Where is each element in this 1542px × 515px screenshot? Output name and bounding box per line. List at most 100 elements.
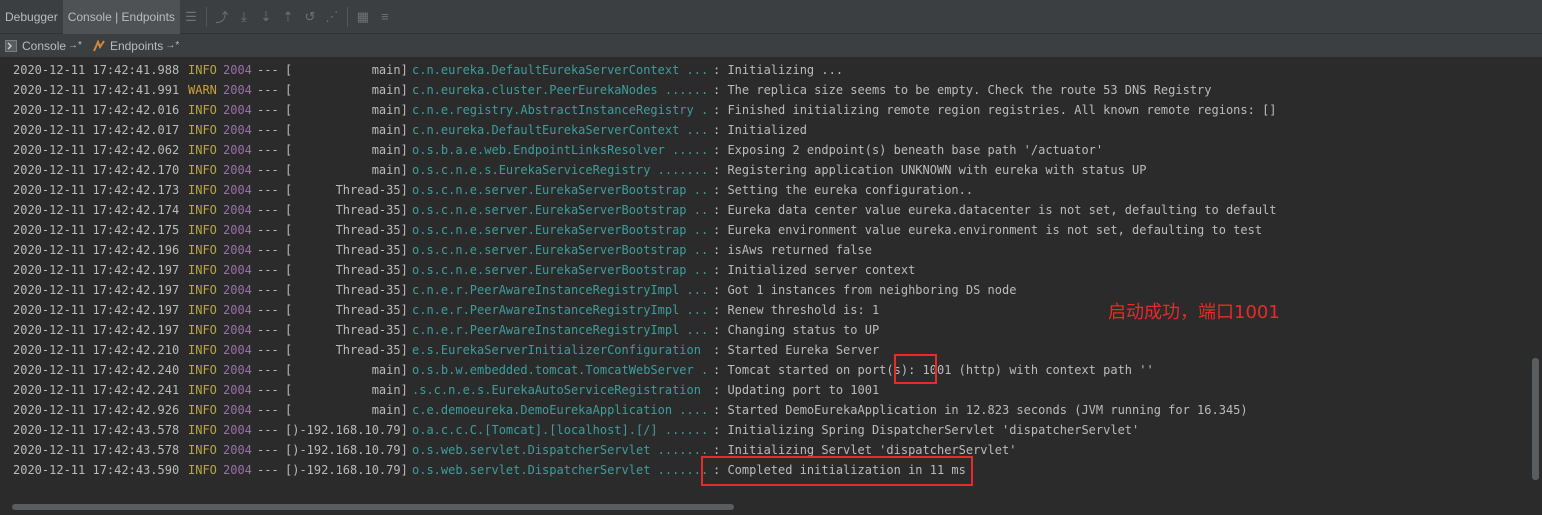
log-line: 2020-12-11 17:42:42.197 INFO 2004 --- [ Thre… bbox=[0, 300, 1530, 320]
scrollbar-thumb[interactable] bbox=[1532, 358, 1539, 480]
log-thread: [ Thread-35] bbox=[285, 183, 407, 197]
log-line: 2020-12-11 17:42:42.197 INFO 2004 --- [ Thre… bbox=[0, 280, 1530, 300]
log-thread: [ main] bbox=[285, 143, 407, 157]
log-separator: --- bbox=[257, 343, 279, 357]
log-timestamp: 2020-12-11 17:42:42.174 bbox=[13, 203, 180, 217]
log-timestamp: 2020-12-11 17:42:43.590 bbox=[13, 463, 180, 477]
log-separator: --- bbox=[257, 283, 279, 297]
log-thread: [ main] bbox=[285, 163, 407, 177]
log-logger: o.s.c.n.e.server.EurekaServerBootstrap .… bbox=[412, 243, 708, 257]
log-timestamp: 2020-12-11 17:42:42.062 bbox=[13, 143, 180, 157]
log-separator: --- bbox=[257, 143, 279, 157]
run-to-cursor-icon[interactable]: ↺ bbox=[299, 6, 321, 28]
log-pid: 2004 bbox=[223, 183, 252, 197]
log-separator: --- bbox=[257, 203, 279, 217]
log-level: INFO bbox=[188, 63, 217, 77]
log-logger: e.s.EurekaServerInitializerConfiguration bbox=[412, 343, 708, 357]
pin-icon[interactable]: →* bbox=[165, 40, 179, 51]
log-pid: 2004 bbox=[223, 283, 252, 297]
log-timestamp: 2020-12-11 17:42:42.197 bbox=[13, 303, 180, 317]
log-line: 2020-12-11 17:42:42.170 INFO 2004 --- [ main… bbox=[0, 160, 1530, 180]
horizontal-scrollbar[interactable] bbox=[0, 500, 1542, 515]
settings-icon[interactable]: ≡ bbox=[374, 6, 396, 28]
log-logger: c.n.eureka.DefaultEurekaServerContext ..… bbox=[412, 123, 708, 137]
subtab-console[interactable]: Console →* bbox=[4, 34, 82, 58]
log-level: INFO bbox=[188, 323, 217, 337]
console-output[interactable]: 2020-12-11 17:42:41.988 INFO 2004 --- [ main… bbox=[0, 60, 1530, 500]
log-message: : Initializing Spring DispatcherServlet … bbox=[713, 423, 1140, 437]
menu-icon[interactable]: ☰ bbox=[180, 6, 202, 28]
log-timestamp: 2020-12-11 17:42:42.173 bbox=[13, 183, 180, 197]
annotation-box-port bbox=[894, 354, 937, 384]
log-level: INFO bbox=[188, 303, 217, 317]
log-pid: 2004 bbox=[223, 243, 252, 257]
endpoints-icon bbox=[92, 38, 106, 53]
log-line: 2020-12-11 17:42:42.926 INFO 2004 --- [ main… bbox=[0, 400, 1530, 420]
log-level: INFO bbox=[188, 423, 217, 437]
subtab-endpoints[interactable]: Endpoints →* bbox=[92, 34, 179, 58]
log-line: 2020-12-11 17:42:41.988 INFO 2004 --- [ main… bbox=[0, 60, 1530, 80]
step-into-icon[interactable]: ⇣ bbox=[255, 6, 277, 28]
log-thread: [)-192.168.10.79] bbox=[285, 463, 407, 477]
log-separator: --- bbox=[257, 463, 279, 477]
log-logger: o.s.c.n.e.server.EurekaServerBootstrap .… bbox=[412, 223, 708, 237]
log-timestamp: 2020-12-11 17:42:41.991 bbox=[13, 83, 180, 97]
log-pid: 2004 bbox=[223, 443, 252, 457]
log-level: INFO bbox=[188, 143, 217, 157]
subtab-label: Console bbox=[22, 38, 67, 53]
log-logger: o.s.b.w.embedded.tomcat.TomcatWebServer … bbox=[412, 363, 708, 377]
log-message: : Got 1 instances from neighboring DS no… bbox=[713, 283, 1017, 297]
log-thread: [ Thread-35] bbox=[285, 203, 407, 217]
table-icon[interactable]: ▦ bbox=[352, 6, 374, 28]
log-level: INFO bbox=[188, 243, 217, 257]
log-logger: o.a.c.c.C.[Tomcat].[localhost].[/] .....… bbox=[412, 423, 708, 437]
log-message: : Initialized server context bbox=[713, 263, 916, 277]
log-level: INFO bbox=[188, 383, 217, 397]
log-line: 2020-12-11 17:42:42.017 INFO 2004 --- [ main… bbox=[0, 120, 1530, 140]
log-line: 2020-12-11 17:42:42.174 INFO 2004 --- [ Thre… bbox=[0, 200, 1530, 220]
log-thread: [)-192.168.10.79] bbox=[285, 423, 407, 437]
vertical-scrollbar[interactable] bbox=[1530, 60, 1542, 500]
log-level: WARN bbox=[188, 83, 217, 97]
log-thread: [ Thread-35] bbox=[285, 343, 407, 357]
log-pid: 2004 bbox=[223, 203, 252, 217]
log-timestamp: 2020-12-11 17:42:43.578 bbox=[13, 443, 180, 457]
log-pid: 2004 bbox=[223, 423, 252, 437]
log-separator: --- bbox=[257, 163, 279, 177]
log-timestamp: 2020-12-11 17:42:42.196 bbox=[13, 243, 180, 257]
log-line: 2020-12-11 17:42:42.196 INFO 2004 --- [ Thre… bbox=[0, 240, 1530, 260]
log-message: : Started DemoEurekaApplication in 12.82… bbox=[713, 403, 1248, 417]
console-subtab-bar: Console →* Endpoints →* bbox=[0, 34, 1542, 58]
scrollbar-thumb[interactable] bbox=[12, 504, 734, 510]
log-line: 2020-12-11 17:42:42.241 INFO 2004 --- [ main… bbox=[0, 380, 1530, 400]
log-logger: c.n.e.r.PeerAwareInstanceRegistryImpl ..… bbox=[412, 303, 708, 317]
log-logger: o.s.web.servlet.DispatcherServlet ......… bbox=[412, 443, 708, 457]
log-line: 2020-12-11 17:42:42.016 INFO 2004 --- [ main… bbox=[0, 100, 1530, 120]
toolbar-divider bbox=[346, 6, 348, 27]
log-level: INFO bbox=[188, 343, 217, 357]
tab-debugger[interactable]: Debugger bbox=[0, 0, 63, 34]
log-thread: [ main] bbox=[285, 103, 407, 117]
show-execution-point-icon[interactable]: ⤴ bbox=[211, 6, 233, 28]
log-level: INFO bbox=[188, 223, 217, 237]
log-separator: --- bbox=[257, 443, 279, 457]
pin-icon[interactable]: →* bbox=[68, 40, 82, 51]
log-timestamp: 2020-12-11 17:42:41.988 bbox=[13, 63, 180, 77]
tab-console-endpoints[interactable]: Console | Endpoints bbox=[62, 0, 180, 34]
log-logger: c.e.demoeureka.DemoEurekaApplication ...… bbox=[412, 403, 708, 417]
log-pid: 2004 bbox=[223, 143, 252, 157]
step-over-icon[interactable]: ⤓ bbox=[233, 6, 255, 28]
log-level: INFO bbox=[188, 203, 217, 217]
log-timestamp: 2020-12-11 17:42:42.197 bbox=[13, 283, 180, 297]
log-level: INFO bbox=[188, 283, 217, 297]
log-line: 2020-12-11 17:42:42.175 INFO 2004 --- [ Thre… bbox=[0, 220, 1530, 240]
log-thread: [ Thread-35] bbox=[285, 243, 407, 257]
log-message: : Renew threshold is: 1 bbox=[713, 303, 880, 317]
log-level: INFO bbox=[188, 263, 217, 277]
log-logger: o.s.c.n.e.server.EurekaServerBootstrap .… bbox=[412, 183, 708, 197]
evaluate-expression-icon[interactable]: ⋰ bbox=[321, 6, 343, 28]
log-line: 2020-12-11 17:42:42.197 INFO 2004 --- [ Thre… bbox=[0, 320, 1530, 340]
step-out-icon[interactable]: ⇡ bbox=[277, 6, 299, 28]
log-logger: o.s.c.n.e.server.EurekaServerBootstrap .… bbox=[412, 263, 708, 277]
log-level: INFO bbox=[188, 183, 217, 197]
